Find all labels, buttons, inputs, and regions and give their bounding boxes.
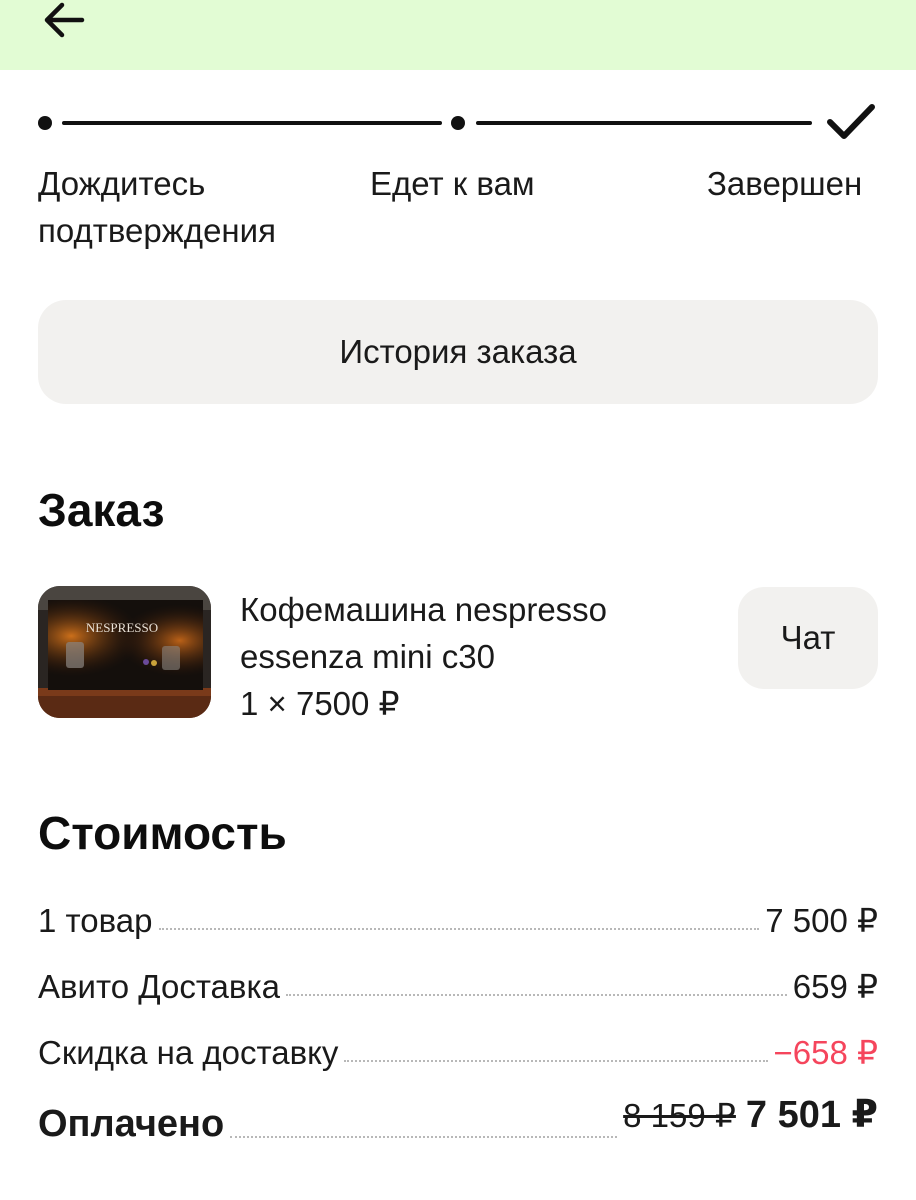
step-dot-2 bbox=[451, 116, 465, 130]
cost-row-items: 1 товар 7 500 ₽ bbox=[38, 892, 878, 940]
cost-value-items: 7 500 ₽ bbox=[765, 902, 878, 939]
order-history-button[interactable]: История заказа bbox=[38, 300, 878, 404]
chat-button[interactable]: Чат bbox=[738, 587, 878, 689]
dotted-leader bbox=[344, 1060, 768, 1062]
cost-label-items: 1 товар bbox=[38, 902, 153, 939]
cost-row-delivery: Авито Доставка 659 ₽ bbox=[38, 958, 878, 1006]
dotted-leader bbox=[285, 994, 787, 996]
cost-row-discount: Скидка на доставку −658 ₽ bbox=[38, 1024, 878, 1072]
cost-value-discount: −658 ₽ bbox=[773, 1034, 879, 1071]
step-label-completed: Завершен bbox=[707, 165, 863, 202]
cost-label-delivery: Авито Доставка bbox=[38, 968, 280, 1005]
paid-label: Оплачено bbox=[38, 1103, 225, 1145]
step-label-confirmation: Дождитесь подтверждения bbox=[38, 165, 276, 249]
order-progress-tracker: Дождитесь подтверждения Едет к вам Завер… bbox=[0, 96, 916, 266]
dotted-leader bbox=[230, 1136, 618, 1138]
back-button[interactable] bbox=[36, 0, 96, 44]
check-icon bbox=[826, 102, 876, 147]
step-dot-1 bbox=[38, 116, 52, 130]
dotted-leader bbox=[158, 928, 760, 930]
cost-value-delivery: 659 ₽ bbox=[792, 968, 878, 1005]
step-label-on-the-way: Едет к вам bbox=[370, 165, 535, 202]
paid-total-price: 7 501 ₽ bbox=[745, 1094, 878, 1136]
cost-row-paid: Оплачено 8 159 ₽7 501 ₽ bbox=[38, 1092, 878, 1146]
nespresso-logo: NESPRESSO bbox=[86, 620, 158, 635]
product-name[interactable]: Кофемашина nespresso essenza mini c30 bbox=[240, 586, 720, 680]
cost-label-discount: Скидка на доставку bbox=[38, 1034, 339, 1071]
cost-section-title: Стоимость bbox=[38, 807, 287, 859]
product-image[interactable]: NESPRESSO bbox=[38, 586, 211, 718]
old-total-price: 8 159 ₽ bbox=[623, 1097, 736, 1134]
product-quantity-price: 1 × 7500 ₽ bbox=[240, 685, 400, 722]
arrow-left-icon bbox=[36, 0, 96, 44]
progress-line-2 bbox=[476, 121, 812, 125]
top-bar bbox=[0, 0, 916, 70]
order-section-title: Заказ bbox=[38, 484, 165, 536]
progress-line-1 bbox=[62, 121, 442, 125]
